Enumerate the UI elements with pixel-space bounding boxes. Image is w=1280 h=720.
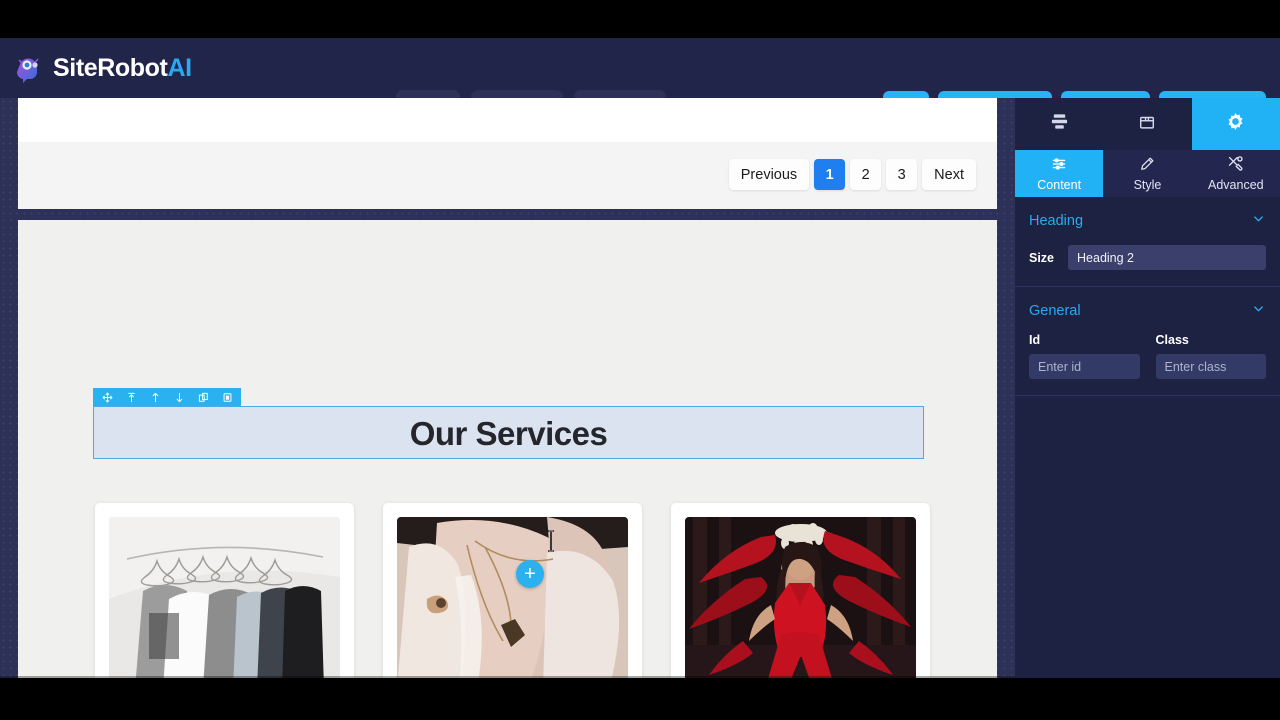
- selected-heading-block[interactable]: Our Services: [93, 406, 924, 459]
- section-general-title: General: [1029, 303, 1081, 319]
- tab-style[interactable]: Style: [1103, 150, 1191, 197]
- tab-content[interactable]: Content: [1015, 150, 1104, 197]
- clothes-rack-photo: [109, 517, 340, 678]
- heading-size-select[interactable]: Heading 2: [1068, 245, 1266, 270]
- panel-tab-layers[interactable]: [1015, 98, 1103, 150]
- pagination-page-3[interactable]: 3: [886, 159, 918, 190]
- heading-size-label: Size: [1029, 250, 1055, 265]
- id-label: Id: [1029, 333, 1041, 347]
- page-heading: Our Services: [409, 415, 608, 452]
- class-input[interactable]: [1155, 354, 1266, 379]
- settings-sub-tabs: Content Style Advanced: [1015, 150, 1280, 197]
- brand-logo-wrap[interactable]: SiteRobotAI: [14, 53, 192, 83]
- pagination-page-2[interactable]: 2: [850, 159, 882, 190]
- class-label: Class: [1155, 333, 1189, 347]
- canvas-bottom-edge: [0, 676, 1015, 678]
- settings-sidebar: Content Style Advanced Heading Size Head…: [1015, 98, 1280, 678]
- heading-size-row: Size Heading 2: [1029, 245, 1266, 270]
- section-general: General Id Class: [1015, 287, 1280, 396]
- canvas-section-pagination: Previous 1 2 3 Next: [18, 98, 997, 209]
- id-input[interactable]: [1029, 354, 1140, 379]
- service-cards: Custom Designs Create a one-of-a-kind pi…: [95, 503, 930, 678]
- drag-handle-icon[interactable]: [96, 388, 118, 406]
- tab-advanced-label: Advanced: [1208, 178, 1264, 192]
- move-up-icon[interactable]: [144, 388, 166, 406]
- select-parent-icon[interactable]: [120, 388, 142, 406]
- move-down-icon[interactable]: [168, 388, 190, 406]
- tab-style-label: Style: [1133, 177, 1162, 192]
- duplicate-icon[interactable]: [192, 388, 214, 406]
- general-fields: Id Class: [1029, 333, 1266, 379]
- pagination-page-1[interactable]: 1: [814, 159, 846, 190]
- section-heading-title: Heading: [1029, 213, 1084, 229]
- panel-tabs: [1015, 98, 1280, 150]
- delete-icon[interactable]: [216, 388, 238, 406]
- panel-tab-blocks[interactable]: [1103, 98, 1191, 150]
- panel-tab-settings[interactable]: [1191, 98, 1280, 150]
- editor-canvas[interactable]: Previous 1 2 3 Next Our Services +: [0, 98, 1015, 678]
- tab-advanced[interactable]: Advanced: [1192, 150, 1280, 197]
- screen: SiteRobotAI Previous 1 2 3 Next Our Serv…: [0, 0, 1280, 720]
- service-card[interactable]: Alterations & Repairs Trust us to handle…: [671, 503, 930, 678]
- tools-icon: [1227, 155, 1244, 175]
- pencil-icon: [1139, 156, 1155, 175]
- pagination-band: Previous 1 2 3 Next: [18, 142, 997, 209]
- chevron-down-icon[interactable]: [1251, 211, 1266, 231]
- tab-content-label: Content: [1037, 177, 1082, 192]
- gear-icon: [1225, 111, 1246, 137]
- selection-toolbar: [93, 388, 241, 406]
- pagination-next[interactable]: Next: [922, 159, 976, 190]
- brand-name: SiteRobotAI: [53, 53, 192, 82]
- section-heading: Heading Size Heading 2: [1015, 197, 1280, 287]
- pagination-previous[interactable]: Previous: [728, 159, 810, 190]
- canvas-section-services: Our Services +: [18, 220, 997, 678]
- class-field-wrap: Class: [1155, 333, 1266, 379]
- layers-icon: [1050, 112, 1069, 136]
- text-cursor-icon: [545, 530, 557, 552]
- section-heading-header[interactable]: Heading: [1029, 211, 1266, 231]
- chevron-down-icon[interactable]: [1251, 301, 1266, 321]
- necklace-fashion-photo: [397, 517, 628, 678]
- box-icon: [1138, 113, 1156, 136]
- service-card[interactable]: Custom Designs Create a one-of-a-kind pi…: [95, 503, 354, 678]
- sliders-icon: [1051, 156, 1067, 175]
- id-field-wrap: Id: [1029, 333, 1140, 379]
- section-general-header[interactable]: General: [1029, 301, 1266, 321]
- top-toolbar: SiteRobotAI: [0, 38, 1280, 130]
- app-window: SiteRobotAI Previous 1 2 3 Next Our Serv…: [0, 38, 1280, 678]
- add-block-button[interactable]: +: [516, 560, 544, 588]
- robot-logo-icon: [14, 53, 44, 83]
- service-card[interactable]: Fashion Consultation Get expert advice o…: [383, 503, 642, 678]
- pagination: Previous 1 2 3 Next: [728, 159, 976, 190]
- red-dress-model-photo: [685, 517, 916, 678]
